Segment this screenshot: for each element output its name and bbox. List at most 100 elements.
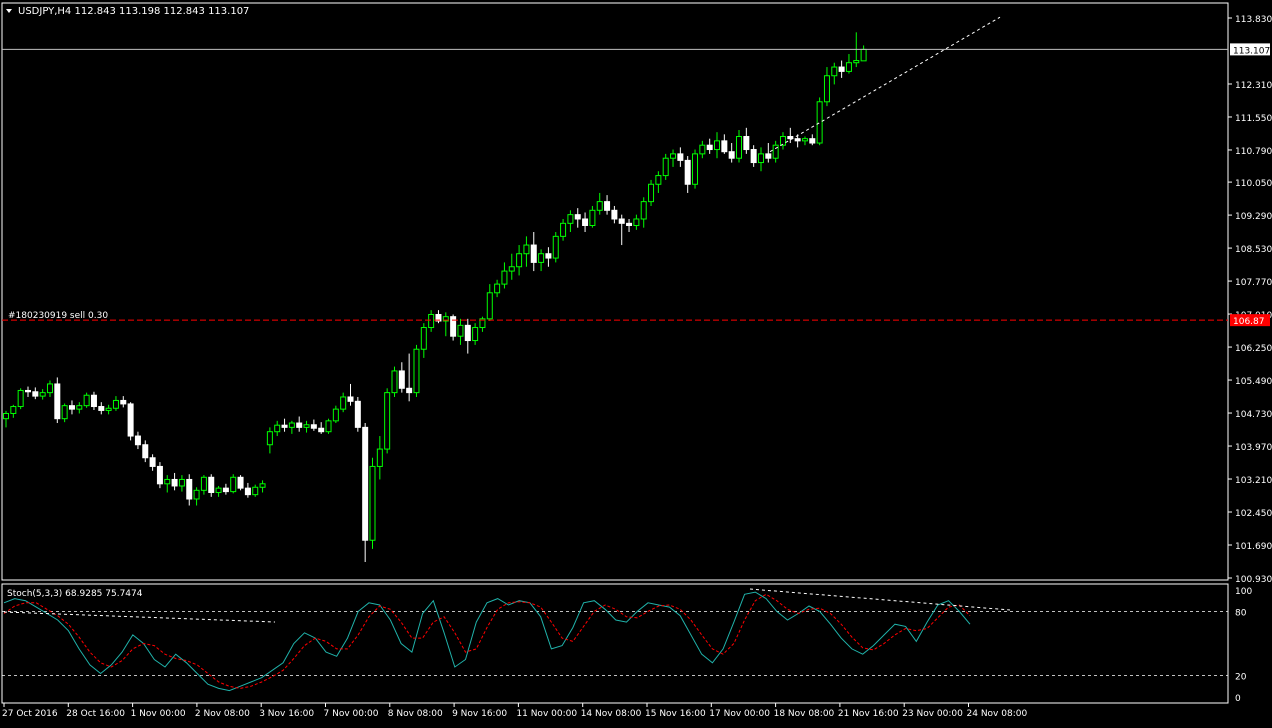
- candle-body[interactable]: [464, 324, 471, 342]
- candle-body[interactable]: [530, 244, 537, 263]
- candle-body[interactable]: [318, 427, 325, 433]
- candle-body[interactable]: [604, 201, 611, 211]
- chart-window[interactable]: 113.830 112.310 111.550 110.790 110.050 109.2…: [0, 0, 1272, 724]
- candle-body[interactable]: [193, 489, 200, 500]
- candle-body[interactable]: [560, 222, 567, 237]
- candle-body[interactable]: [376, 448, 383, 467]
- candle-body[interactable]: [618, 218, 625, 224]
- candle-body[interactable]: [178, 478, 185, 487]
- candle-body[interactable]: [552, 235, 559, 259]
- candle-body[interactable]: [384, 392, 391, 450]
- candle-body[interactable]: [508, 266, 515, 272]
- candle-body[interactable]: [156, 465, 163, 485]
- candle-body[interactable]: [728, 151, 735, 159]
- candle-body[interactable]: [237, 476, 244, 489]
- candle-body[interactable]: [3, 412, 9, 420]
- candle-body[interactable]: [567, 214, 574, 224]
- candle-body[interactable]: [332, 408, 339, 422]
- candle-body[interactable]: [486, 292, 493, 320]
- stochastic-trend-line[interactable]: [3, 611, 276, 623]
- candle-body[interactable]: [186, 478, 193, 500]
- candle-body[interactable]: [76, 405, 83, 410]
- candle-body[interactable]: [281, 424, 288, 428]
- candle-body[interactable]: [823, 75, 830, 103]
- candle-body[interactable]: [633, 218, 640, 227]
- candle-body[interactable]: [340, 396, 347, 410]
- candle-body[interactable]: [362, 426, 369, 541]
- candle-body[interactable]: [809, 138, 816, 144]
- candle-body[interactable]: [215, 487, 222, 493]
- candle-body[interactable]: [230, 476, 237, 493]
- candle-body[interactable]: [46, 383, 53, 394]
- candle-body[interactable]: [699, 144, 706, 155]
- candle-body[interactable]: [413, 348, 420, 394]
- candle-body[interactable]: [296, 422, 303, 428]
- candle-body[interactable]: [538, 253, 545, 263]
- candle-body[interactable]: [428, 313, 435, 329]
- candle-body[interactable]: [164, 478, 171, 485]
- candle-body[interactable]: [288, 422, 295, 428]
- candle-body[interactable]: [266, 431, 273, 446]
- candle-body[interactable]: [98, 406, 105, 411]
- candle-body[interactable]: [860, 48, 867, 62]
- stochastic-panel[interactable]: [2, 588, 1228, 692]
- candle-body[interactable]: [662, 157, 669, 177]
- candle-body[interactable]: [648, 183, 655, 203]
- candle-body[interactable]: [310, 424, 317, 429]
- candle-body[interactable]: [736, 136, 742, 159]
- candle-body[interactable]: [743, 136, 750, 151]
- candle-body[interactable]: [24, 389, 31, 393]
- candle-body[interactable]: [120, 399, 127, 405]
- candle-body[interactable]: [32, 391, 39, 397]
- candle-body[interactable]: [845, 62, 852, 72]
- trend-line[interactable]: [769, 16, 1001, 153]
- candle-body[interactable]: [200, 476, 207, 491]
- candle-body[interactable]: [142, 444, 149, 459]
- candle-body[interactable]: [354, 400, 361, 428]
- candle-body[interactable]: [794, 138, 801, 142]
- candle-body[interactable]: [494, 283, 501, 294]
- candle-body[interactable]: [779, 136, 786, 146]
- candle-body[interactable]: [134, 435, 141, 446]
- candle-body[interactable]: [655, 175, 662, 185]
- candle-body[interactable]: [208, 476, 215, 493]
- candle-body[interactable]: [640, 201, 647, 220]
- candle-body[interactable]: [706, 144, 713, 151]
- candle-body[interactable]: [611, 209, 618, 220]
- candle-body[interactable]: [54, 383, 61, 420]
- candle-body[interactable]: [420, 327, 427, 350]
- candle-body[interactable]: [171, 478, 178, 487]
- candle-body[interactable]: [398, 370, 405, 389]
- candle-body[interactable]: [10, 406, 17, 414]
- candle-body[interactable]: [127, 403, 134, 437]
- candle-body[interactable]: [450, 316, 457, 337]
- candle-body[interactable]: [589, 209, 596, 227]
- candle-body[interactable]: [677, 153, 684, 161]
- candle-body[interactable]: [68, 405, 75, 410]
- candle-body[interactable]: [472, 327, 479, 342]
- candle-body[interactable]: [692, 153, 699, 185]
- candle-body[interactable]: [252, 486, 259, 496]
- candle-body[interactable]: [626, 222, 633, 227]
- candle-body[interactable]: [325, 420, 332, 433]
- candle-body[interactable]: [347, 396, 354, 402]
- candle-body[interactable]: [406, 387, 413, 394]
- candle-body[interactable]: [596, 201, 603, 211]
- candle-body[interactable]: [801, 138, 808, 142]
- candle-body[interactable]: [369, 465, 376, 541]
- dropdown-triangle-icon[interactable]: [6, 9, 12, 13]
- candle-body[interactable]: [105, 407, 112, 411]
- candle-body[interactable]: [750, 149, 757, 164]
- candle-body[interactable]: [501, 270, 508, 285]
- candle-body[interactable]: [17, 389, 24, 408]
- candle-body[interactable]: [853, 60, 860, 64]
- candle-body[interactable]: [457, 324, 464, 337]
- candle-body[interactable]: [244, 487, 251, 496]
- chart-canvas[interactable]: 113.830 112.310 111.550 110.790 110.050 109.2…: [0, 0, 1272, 724]
- candle-body[interactable]: [83, 394, 90, 407]
- candle-body[interactable]: [714, 140, 721, 151]
- candle-body[interactable]: [816, 101, 823, 144]
- candle-body[interactable]: [516, 253, 523, 268]
- candle-body[interactable]: [582, 218, 589, 227]
- candle-body[interactable]: [259, 483, 266, 488]
